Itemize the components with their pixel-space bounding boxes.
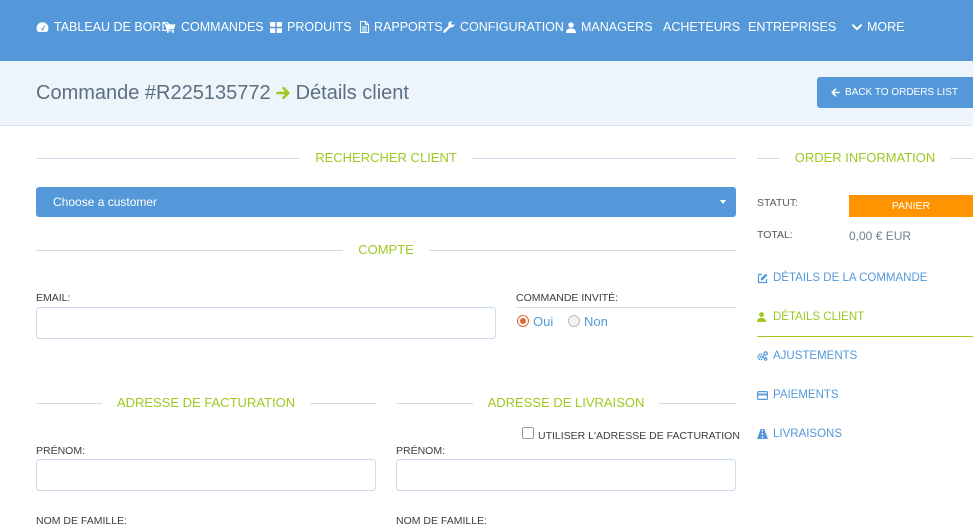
arrow-right-icon (275, 86, 290, 100)
file-icon (360, 21, 369, 33)
cart-icon (163, 22, 176, 33)
use-billing-address-checkbox[interactable] (522, 427, 534, 439)
wrench-icon (443, 21, 455, 33)
order-tabs: DÉTAILS DE LA COMMANDE DÉTAILS CLIENT AJ… (757, 259, 973, 454)
nav-item-label: PRODUITS (287, 20, 352, 34)
page-title-order: Commande #R225135772 (36, 82, 271, 104)
divider (950, 157, 973, 159)
divider (428, 249, 736, 251)
use-billing-address-label[interactable]: UTILISER L'ADRESSE DE FACTURATION (538, 430, 740, 442)
customer-search-heading: RECHERCHER CLIENT (36, 148, 737, 168)
guest-order-label: COMMANDE INVITÉ: (516, 292, 619, 304)
nav-item-reports[interactable]: RAPPORTS (360, 19, 443, 35)
nav-item-products[interactable]: PRODUITS (270, 19, 352, 35)
nav-item-label: ENTREPRISES (748, 20, 837, 34)
email-label: EMAIL: (36, 292, 71, 304)
nav-item-label: MANAGERS (581, 20, 653, 34)
shipping-last-name-label: NOM DE FAMILLE: (396, 515, 488, 527)
back-to-orders-label: BACK TO ORDERS LIST (845, 86, 958, 98)
section-title: ADRESSE DE FACTURATION (116, 395, 296, 410)
email-field[interactable] (36, 307, 496, 339)
road-icon (757, 429, 768, 439)
cogs-icon (757, 351, 768, 361)
customer-select[interactable]: Choose a customer (36, 187, 736, 217)
nav-item-dashboard[interactable]: TABLEAU DE BORD (36, 19, 170, 35)
page-header: Commande #R225135772 Détails client BACK… (0, 61, 973, 126)
nav-item-label: RAPPORTS (374, 20, 443, 34)
back-to-orders-button[interactable]: BACK TO ORDERS LIST (817, 77, 973, 108)
edit-icon (757, 273, 768, 283)
tab-label: LIVRAISONS (773, 428, 843, 440)
divider (36, 157, 301, 159)
billing-first-name-label: PRÉNOM: (36, 445, 86, 457)
nav-item-label: ACHETEURS (663, 20, 741, 34)
tab-label: PAIEMENTS (773, 389, 839, 401)
nav-item-label: CONFIGURATION (460, 20, 564, 34)
section-title: ORDER INFORMATION (794, 150, 936, 165)
divider (36, 402, 102, 404)
caret-down-icon (720, 200, 726, 204)
section-title: ADRESSE DE LIVRAISON (487, 395, 645, 410)
status-badge: PANIER (849, 195, 973, 217)
page-title-section: Détails client (295, 82, 409, 104)
nav-item-label: TABLEAU DE BORD (54, 20, 171, 34)
tab-label: DÉTAILS DE LA COMMANDE (773, 272, 928, 284)
account-heading: COMPTE (36, 240, 736, 260)
tab-payments[interactable]: PAIEMENTS (757, 376, 973, 415)
grid-icon (270, 21, 282, 33)
guest-no-label[interactable]: Non (584, 314, 608, 330)
section-title: RECHERCHER CLIENT (315, 150, 457, 165)
divider (516, 307, 736, 308)
divider (36, 249, 344, 251)
billing-first-name-field[interactable] (36, 459, 376, 491)
nav-item-label: COMMANDES (181, 20, 264, 34)
user-icon (757, 312, 766, 322)
total-value: 0,00 € EUR (849, 229, 912, 243)
billing-address-heading: ADRESSE DE FACTURATION (36, 393, 376, 413)
billing-last-name-label: NOM DE FAMILLE: (36, 515, 128, 527)
nav-item-label: MORE (867, 20, 905, 34)
nav-item-companies[interactable]: ENTREPRISES (748, 19, 836, 35)
tab-order-details[interactable]: DÉTAILS DE LA COMMANDE (757, 259, 973, 298)
tab-adjustments[interactable]: AJUSTEMENTS (757, 337, 973, 376)
tab-label: DÉTAILS CLIENT (773, 311, 865, 323)
divider (396, 402, 473, 404)
chevron-down-icon (852, 23, 862, 30)
shipping-first-name-field[interactable] (396, 459, 736, 491)
nav-item-configuration[interactable]: CONFIGURATION (443, 19, 564, 35)
guest-yes-label[interactable]: Oui (533, 314, 553, 330)
divider (757, 157, 780, 159)
status-label: STATUT: (757, 197, 799, 209)
nav-item-orders[interactable]: COMMANDES (163, 19, 264, 35)
nav-item-managers[interactable]: MANAGERS (566, 19, 653, 35)
guest-no-radio[interactable] (568, 315, 580, 327)
dashboard-icon (36, 22, 49, 32)
shipping-address-heading: ADRESSE DE LIVRAISON (396, 393, 736, 413)
credit-card-icon (757, 390, 768, 400)
user-icon (566, 21, 576, 33)
order-information-heading: ORDER INFORMATION (757, 148, 973, 168)
tab-label: AJUSTEMENTS (773, 350, 858, 362)
nav-item-more[interactable]: MORE (852, 19, 905, 35)
tab-shipments[interactable]: LIVRAISONS (757, 415, 973, 454)
divider (471, 157, 737, 159)
arrow-left-icon (831, 88, 840, 97)
top-navigation-bar: TABLEAU DE BORD COMMANDES PRODUITS RAPPO… (0, 0, 973, 61)
tab-customer-details[interactable]: DÉTAILS CLIENT (757, 298, 973, 337)
section-title: COMPTE (358, 242, 414, 257)
divider (659, 402, 736, 404)
shipping-first-name-label: PRÉNOM: (396, 445, 446, 457)
customer-select-value: Choose a customer (53, 195, 158, 209)
total-label: TOTAL: (757, 229, 793, 241)
divider (310, 402, 376, 404)
guest-yes-radio[interactable] (517, 315, 529, 327)
nav-item-buyers[interactable]: ACHETEURS (663, 19, 740, 35)
page-title: Commande #R225135772 Détails client (36, 81, 409, 105)
